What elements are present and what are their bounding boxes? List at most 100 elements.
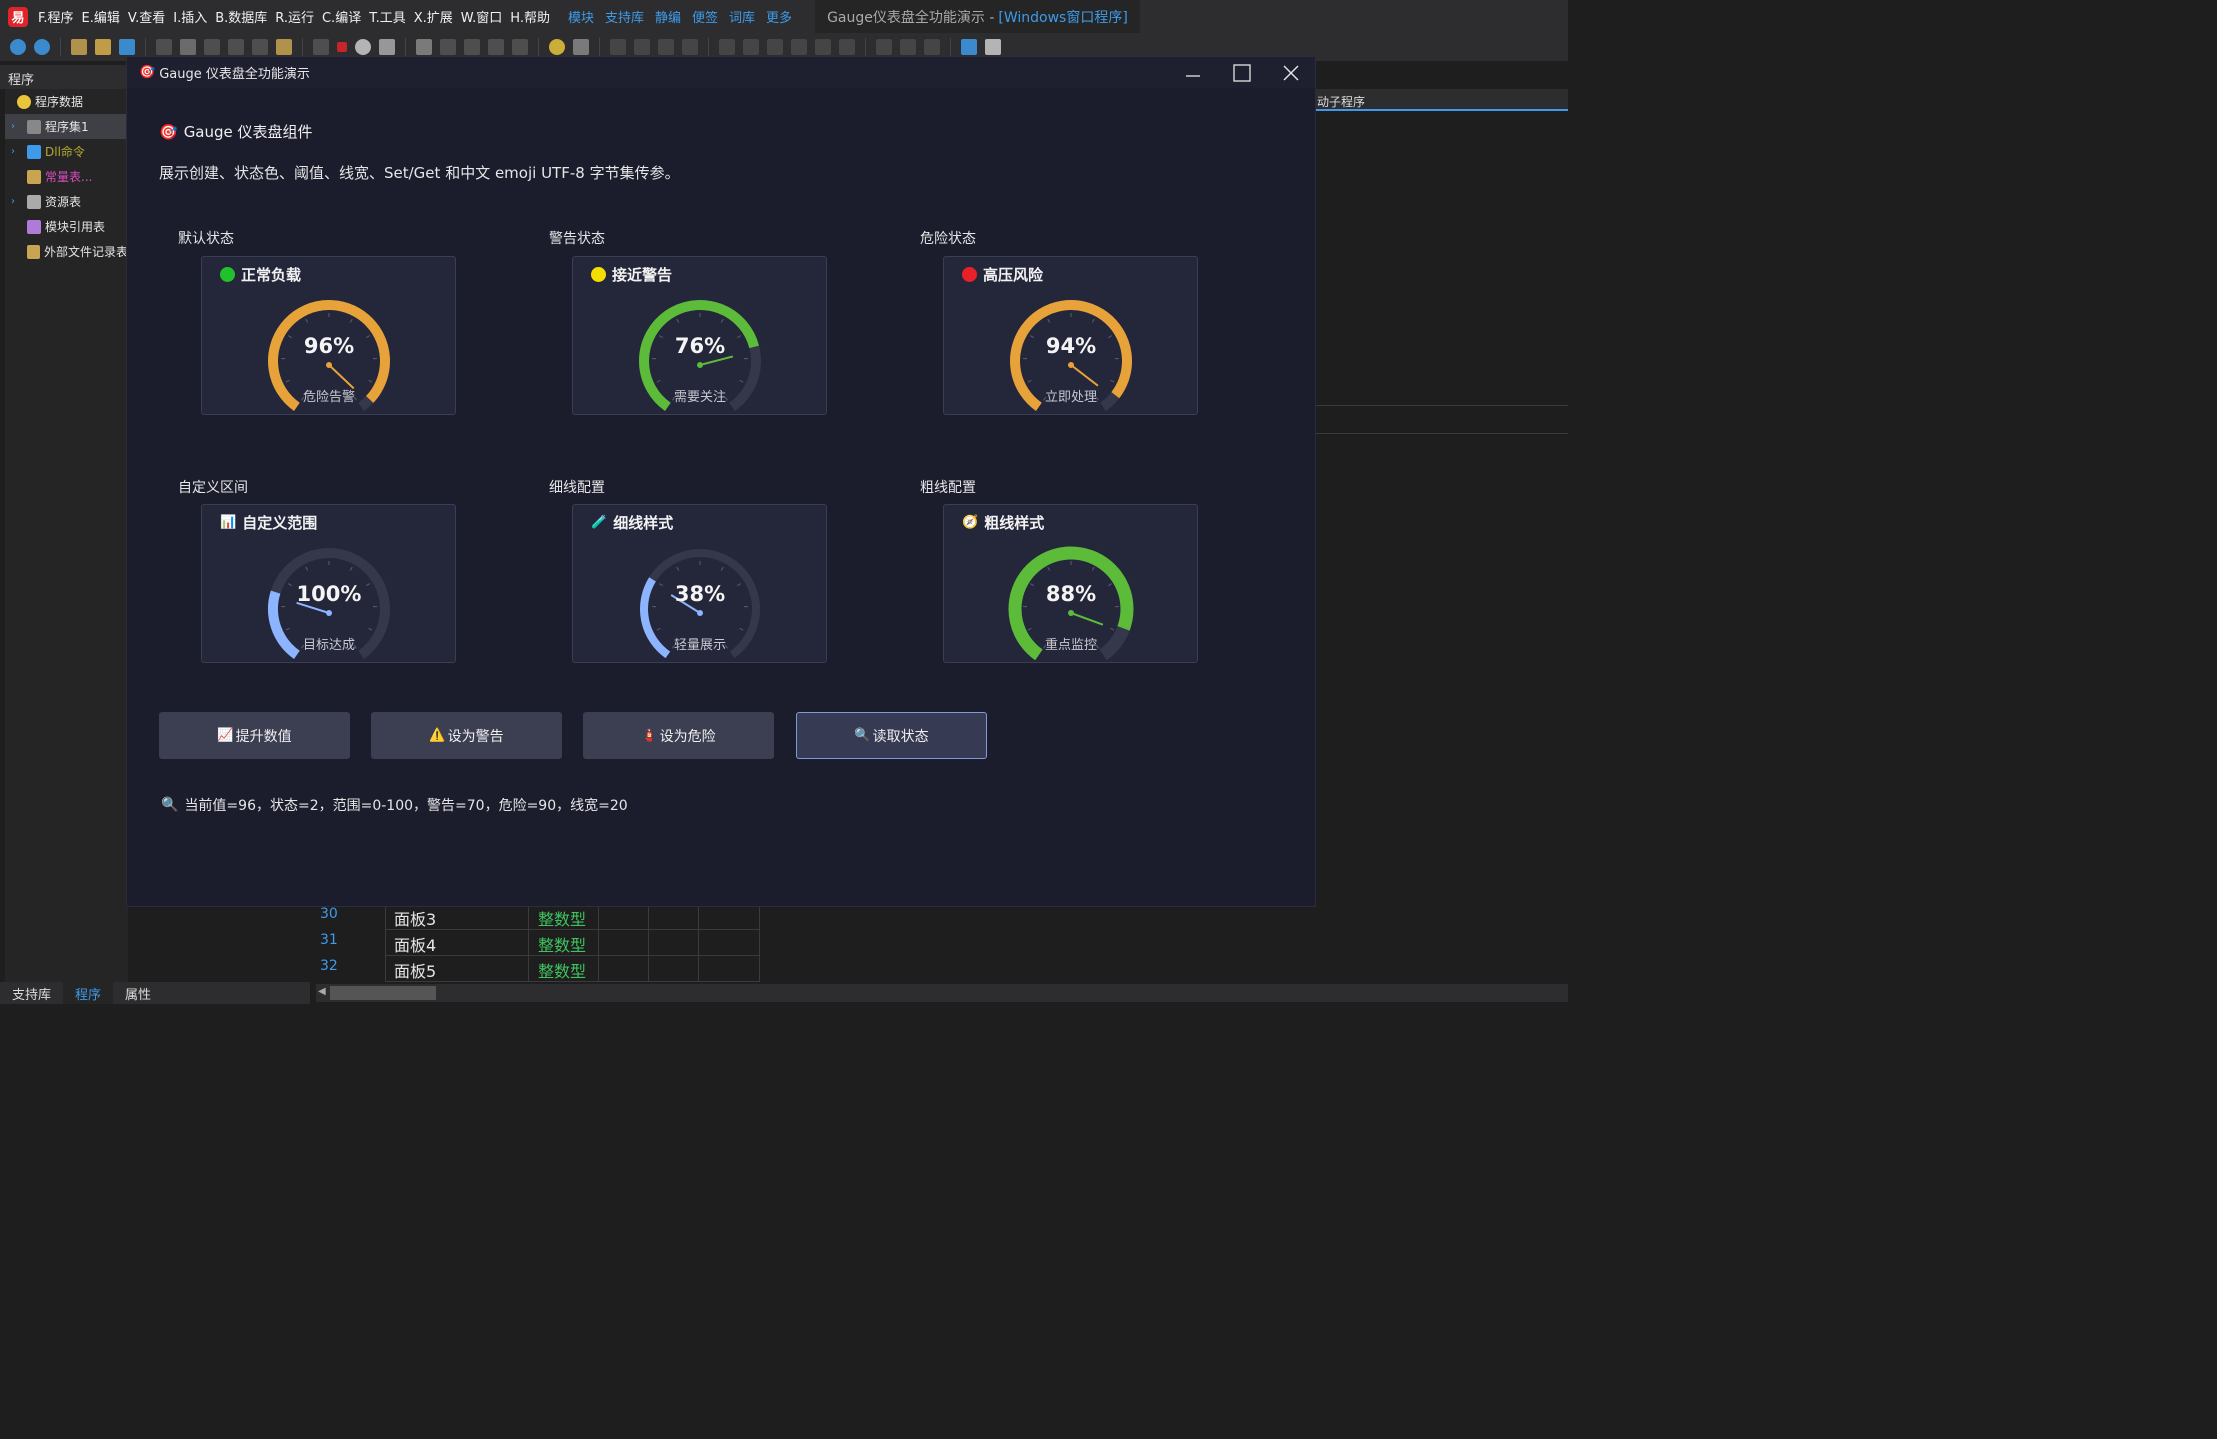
gauge-tick [1030,583,1034,587]
tools-icon[interactable] [985,39,1001,55]
breakpoint-icon[interactable] [512,39,528,55]
toolbar-separator [60,38,61,56]
run-icon[interactable] [313,39,329,55]
gauge-value-text: 76% [675,334,725,358]
menu-item[interactable]: H.帮助 [508,7,556,26]
tree-item[interactable]: › 程序集1 [5,114,128,139]
align-bottom-icon[interactable] [682,39,698,55]
tree-node-icon [26,244,40,259]
menu-item[interactable]: R.运行 [273,7,320,26]
menu-link[interactable]: 更多 [762,7,799,26]
section-label: 粗线配置 [920,480,976,496]
redo-icon[interactable] [252,39,268,55]
menu-link[interactable]: 静编 [651,7,688,26]
table-row[interactable]: 30 面板3 整数型 [310,904,760,930]
undo-icon[interactable] [228,39,244,55]
maximize-button[interactable] [1218,57,1266,88]
scrollbar-thumb[interactable] [330,986,436,1000]
menu-item[interactable]: B.数据库 [213,7,273,26]
gauge-tick [1030,335,1034,339]
section-label: 默认状态 [178,231,234,247]
gauge-demo-window: 🎯 Gauge 仪表盘全功能演示 🎯 Gauge 仪表盘组件 展示创建、状态色、… [127,57,1315,906]
horizontal-scrollbar[interactable]: ◀ [316,984,1568,1002]
brush-icon[interactable] [961,39,977,55]
ide-title-main: Gauge仪表盘全功能演示 - [827,9,995,26]
debug-step-icon[interactable] [416,39,432,55]
same-height-icon[interactable] [839,39,855,55]
tree-item[interactable]: › Dll命令 [5,139,128,164]
step-over-icon[interactable] [440,39,456,55]
expand-icon[interactable]: › [11,196,23,207]
grid-icon[interactable] [900,39,916,55]
resize-icon[interactable] [876,39,892,55]
scroll-left-icon[interactable]: ◀ [318,986,326,997]
gauge-tick [1047,318,1051,323]
menu-item[interactable]: T.工具 [367,7,412,26]
menu-link[interactable]: 模块 [564,7,601,26]
new-file-icon[interactable] [71,39,87,55]
tree-item-label: 外部文件记录表 [43,245,128,259]
expand-icon[interactable]: › [11,146,23,157]
compile-icon[interactable] [379,39,395,55]
table-row[interactable]: 32 面板5 整数型 [310,956,760,982]
center-h-icon[interactable] [767,39,783,55]
align-right-icon[interactable] [634,39,650,55]
menu-link[interactable]: 词库 [725,7,762,26]
distribute-h-icon[interactable] [719,39,735,55]
bottom-tab[interactable]: 程序 [63,982,114,1004]
align-top-icon[interactable] [658,39,674,55]
fit-icon[interactable] [924,39,940,55]
menu-item[interactable]: W.窗口 [459,7,509,26]
menu-link[interactable]: 支持库 [601,7,651,26]
expand-icon[interactable]: › [11,121,23,132]
toolbar-separator [302,38,303,56]
cut-icon[interactable] [156,39,172,55]
lightbulb-icon[interactable] [549,39,565,55]
gauge-card: 🧭 粗线样式 88% 重点监控 [943,504,1198,663]
tree-item[interactable]: 常量表... [5,164,128,189]
menu-item[interactable]: I.插入 [171,7,213,26]
open-folder-icon[interactable] [95,39,111,55]
tree-item[interactable]: 外部文件记录表 [5,239,128,264]
same-width-icon[interactable] [815,39,831,55]
section-label: 细线配置 [549,480,605,496]
tree-item-label: 程序集1 [45,120,89,134]
menu-link[interactable]: 便签 [688,7,725,26]
bottom-tab[interactable]: 支持库 [0,982,63,1004]
stop-icon[interactable] [337,42,347,52]
copy-icon[interactable] [180,39,196,55]
cell-name: 面板3 [394,910,437,929]
folder-icon[interactable] [276,39,292,55]
set-warning-button[interactable]: ⚠️ 设为警告 [371,712,562,759]
menu-item[interactable]: F.程序 [36,7,80,26]
center-v-icon[interactable] [791,39,807,55]
menu-item[interactable]: X.扩展 [412,7,459,26]
menu-item[interactable]: C.编译 [320,7,367,26]
step-into-icon[interactable] [464,39,480,55]
gauge-value-text: 94% [1046,334,1096,358]
paste-icon[interactable] [204,39,220,55]
step-out-icon[interactable] [488,39,504,55]
right-panel-header: 动子程序 [1315,89,1568,111]
forward-icon[interactable] [34,39,50,55]
increase-value-button[interactable]: 📈 提升数值 [159,712,350,759]
close-button[interactable] [1267,57,1315,88]
bottom-tab[interactable]: 属性 [113,982,163,1004]
back-icon[interactable] [10,39,26,55]
button-label: 设为危险 [659,728,716,745]
set-danger-button[interactable]: 🧯 设为危险 [583,712,774,759]
tree-item[interactable]: 程序数据 [5,89,128,114]
tree-item[interactable]: 模块引用表 [5,214,128,239]
distribute-v-icon[interactable] [743,39,759,55]
save-icon[interactable] [119,39,135,55]
restart-icon[interactable] [355,39,371,55]
gauge-tick [1091,318,1095,323]
table-row[interactable]: 31 面板4 整数型 [310,930,760,956]
menu-item[interactable]: E.编辑 [80,7,126,26]
minimize-button[interactable] [1169,57,1217,88]
menu-item[interactable]: V.查看 [126,7,171,26]
align-left-icon[interactable] [610,39,626,55]
read-status-button[interactable]: 🔍 读取状态 [796,712,987,759]
pointer-icon[interactable] [573,39,589,55]
tree-item[interactable]: › 资源表 [5,189,128,214]
